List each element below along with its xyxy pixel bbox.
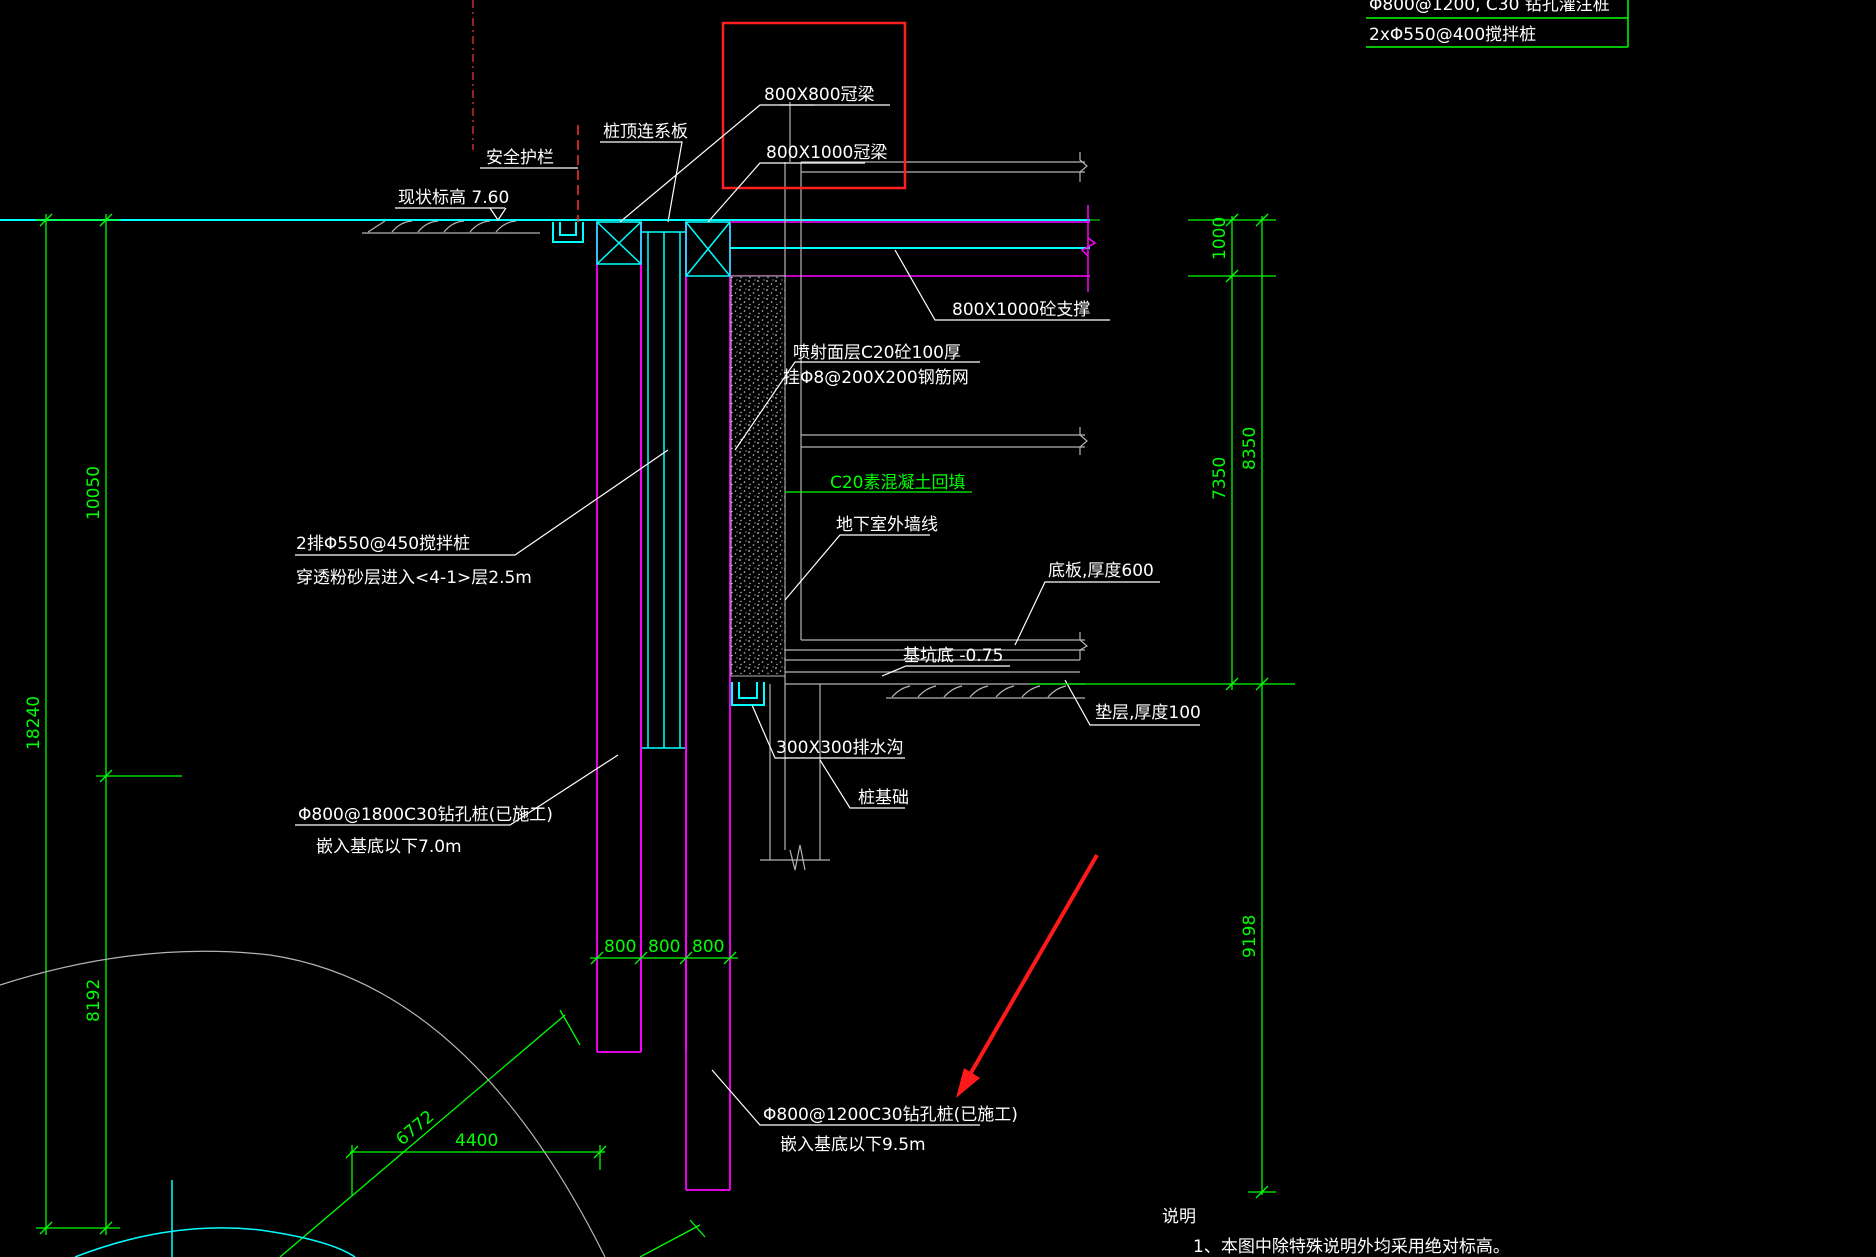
- pit-bottom-label: 基坑底 -0.75: [903, 646, 1003, 666]
- mixing-pile-label-1: 2排Φ550@450搅拌桩: [296, 534, 470, 554]
- ground-hatch-left: [362, 220, 540, 234]
- crown-beam-left: [596, 221, 642, 265]
- bored-pile-1800-label-2: 嵌入基底以下7.0m: [316, 837, 462, 857]
- bored-pile-1200-label-1: Φ800@1200C30钻孔桩(已施工): [763, 1105, 1018, 1125]
- safety-rail-label: 安全护栏: [486, 148, 554, 168]
- existing-grade-marker: [395, 207, 507, 222]
- legend-row-2: 2xΦ550@400搅拌桩: [1369, 25, 1536, 45]
- pile-top-slab-label: 桩顶连系板: [603, 122, 688, 142]
- crown-beam-right: [685, 221, 731, 277]
- dim-800-c: 800: [692, 937, 724, 957]
- pile-foundation-label: 桩基础: [858, 788, 909, 808]
- bottom-drain: [731, 682, 765, 706]
- dim-8350: 8350: [1240, 427, 1260, 470]
- note-1: 1、本图中除特殊说明外均采用绝对标高。: [1193, 1237, 1510, 1257]
- dim-800-a: 800: [604, 937, 636, 957]
- dim-4400: 4400: [455, 1131, 498, 1151]
- basement-wall-label: 地下室外墙线: [836, 515, 938, 535]
- cushion-label: 垫层,厚度100: [1095, 703, 1201, 723]
- bored-pile-1200-label-2: 嵌入基底以下9.5m: [780, 1135, 926, 1155]
- dim-18240: 18240: [24, 696, 44, 750]
- notes-title: 说明: [1162, 1207, 1196, 1227]
- bottom-cyan-circle: [74, 1180, 356, 1257]
- dimension-lines: [36, 213, 1295, 1257]
- dim-1000: 1000: [1210, 217, 1230, 260]
- dim-9198: 9198: [1240, 915, 1260, 958]
- dim-10050: 10050: [84, 466, 104, 520]
- crown-beam-800x1000-label: 800X1000冠梁: [766, 143, 887, 163]
- cad-drawing-canvas: Φ800@1200, C30 钻孔灌注桩 2xΦ550@400搅拌桩 现状标高 …: [0, 0, 1629, 1257]
- drain-label: 300X300排水沟: [776, 738, 904, 758]
- base-slab-label: 底板,厚度600: [1048, 561, 1154, 581]
- shotcrete-backfill-zone: [730, 275, 786, 677]
- dim-7350: 7350: [1210, 457, 1230, 500]
- crown-beam-800x800-label: 800X800冠梁: [764, 85, 875, 105]
- existing-grade-label: 现状标高 7.60: [398, 188, 509, 208]
- mixing-pile: [641, 231, 686, 749]
- mixing-pile-label-2: 穿透粉砂层进入<4-1>层2.5m: [296, 568, 532, 588]
- legend-row-1: Φ800@1200, C30 钻孔灌注桩: [1369, 0, 1610, 15]
- dim-800-b: 800: [648, 937, 680, 957]
- top-ditch: [552, 222, 584, 243]
- bored-pile-left: [596, 222, 642, 1053]
- bored-pile-1800-label-1: Φ800@1800C30钻孔桩(已施工): [298, 805, 553, 825]
- shotcrete-label-2: 挂Φ8@200X200钢筋网: [783, 368, 969, 388]
- shotcrete-label-1: 喷射面层C20砼100厚: [793, 343, 961, 363]
- strut-label: 800X1000砼支撑: [952, 300, 1090, 320]
- bored-pile-right: [685, 222, 731, 1191]
- red-arrow: [956, 853, 1099, 1098]
- pit-bottom-hatch: [886, 685, 1085, 699]
- backfill-label: C20素混凝土回填: [830, 473, 966, 493]
- dim-8192: 8192: [84, 979, 104, 1022]
